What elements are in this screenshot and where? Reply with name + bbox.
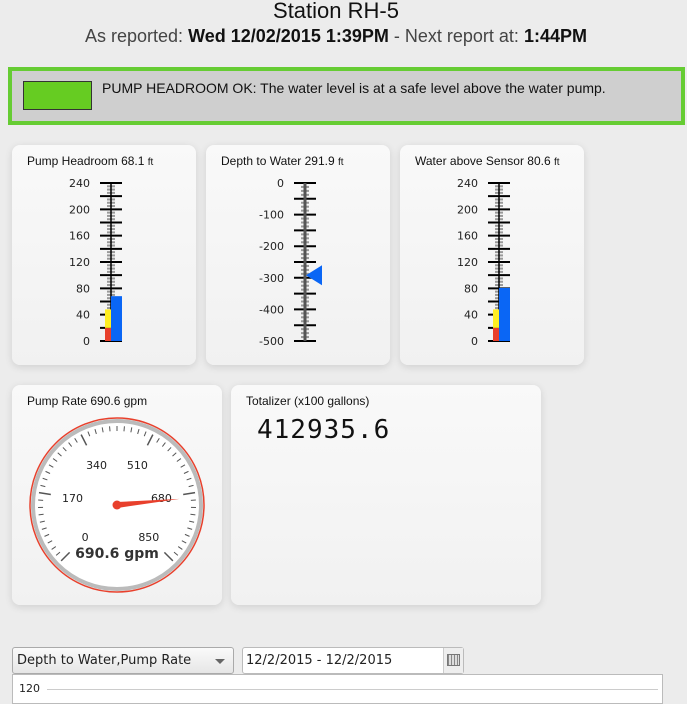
scale-label: 240 [69,177,90,190]
totalizer-value: 412935.6 [257,415,390,445]
history-chart: 120 [12,674,663,704]
dial-tick [39,514,44,515]
dial-label: 510 [127,459,148,472]
scale-label: 40 [76,309,90,322]
dial-label: 340 [86,459,107,472]
scale-label: 0 [471,335,478,348]
pump-headroom-card: Pump Headroom 68.1 ft 24020016012080400 [12,145,196,365]
scale-label: 120 [457,256,478,269]
gridline [47,689,658,690]
report-info: As reported: Wed 12/02/2015 1:39PM - Nex… [0,26,672,47]
alert-text: PUMP HEADROOM OK: The water level is at … [102,80,606,96]
totalizer-card: Totalizer (x100 gallons) 412935.6 [231,385,541,605]
dial-label: 170 [62,492,83,505]
pump-headroom-gauge: 240 200 160 120 80 40 0 [12,145,196,365]
dial-label: 850 [138,531,159,544]
status-alert: PUMP HEADROOM OK: The water level is at … [8,67,685,125]
scale-label: -100 [259,209,284,222]
water-above-sensor-card: Water above Sensor 80.6 ft 2402001601208… [400,145,584,365]
next-label: - Next report at: [394,26,519,46]
calendar-icon[interactable] [443,648,463,673]
scale-label: 160 [69,230,90,243]
water-above-sensor-gauge: 240 200 160 120 80 40 0 [400,145,584,365]
warning-zone-bar [493,309,499,327]
scale-label: -400 [259,303,284,316]
depth-to-water-gauge: 0 -100 -200 -300 -400 -500 [206,145,390,365]
station-title: Station RH-5 [0,0,672,24]
scale-label: 0 [277,177,284,190]
card-title: Totalizer (x100 gallons) [246,394,369,408]
danger-zone-bar [105,328,111,341]
scale-label: 80 [464,282,478,295]
dial-label: 680 [151,492,172,505]
y-tick-label: 120 [19,682,40,695]
depth-to-water-card: Depth to Water 291.9 ft 0-100-200-300-40… [206,145,390,365]
pump-rate-card: Pump Rate 690.6 gpm 0170340510680850690.… [12,385,222,605]
level-bar [499,288,510,341]
scale-label: -500 [259,335,284,348]
scale-label: 120 [69,256,90,269]
status-swatch [23,81,92,110]
scale-label: 160 [457,230,478,243]
date-range-input[interactable]: 12/2/2015 - 12/2/2015 [242,647,464,674]
next-time: 1:44PM [524,26,587,46]
danger-zone-bar [493,328,499,341]
scale-label: 200 [69,203,90,216]
reported-time: Wed 12/02/2015 1:39PM [188,26,389,46]
reported-label: As reported: [85,26,183,46]
needle-hub [113,501,122,510]
chevron-down-icon [215,659,225,664]
pump-rate-dial: 0 170 340 510 680 850 690.6 gpm [12,385,222,605]
scale-label: -200 [259,240,284,253]
scale-label: -300 [259,272,284,285]
level-bar [111,296,122,341]
warning-zone-bar [105,309,111,327]
scale-label: 80 [76,282,90,295]
scale-label: 40 [464,309,478,322]
scale-label: 200 [457,203,478,216]
dial-readout: 690.6 gpm [75,546,159,562]
dial-label: 0 [82,531,89,544]
dial-tick [190,514,195,515]
scale-label: 0 [83,335,90,348]
scale-label: 240 [457,177,478,190]
series-select[interactable]: Depth to Water,Pump Rate [12,647,234,674]
